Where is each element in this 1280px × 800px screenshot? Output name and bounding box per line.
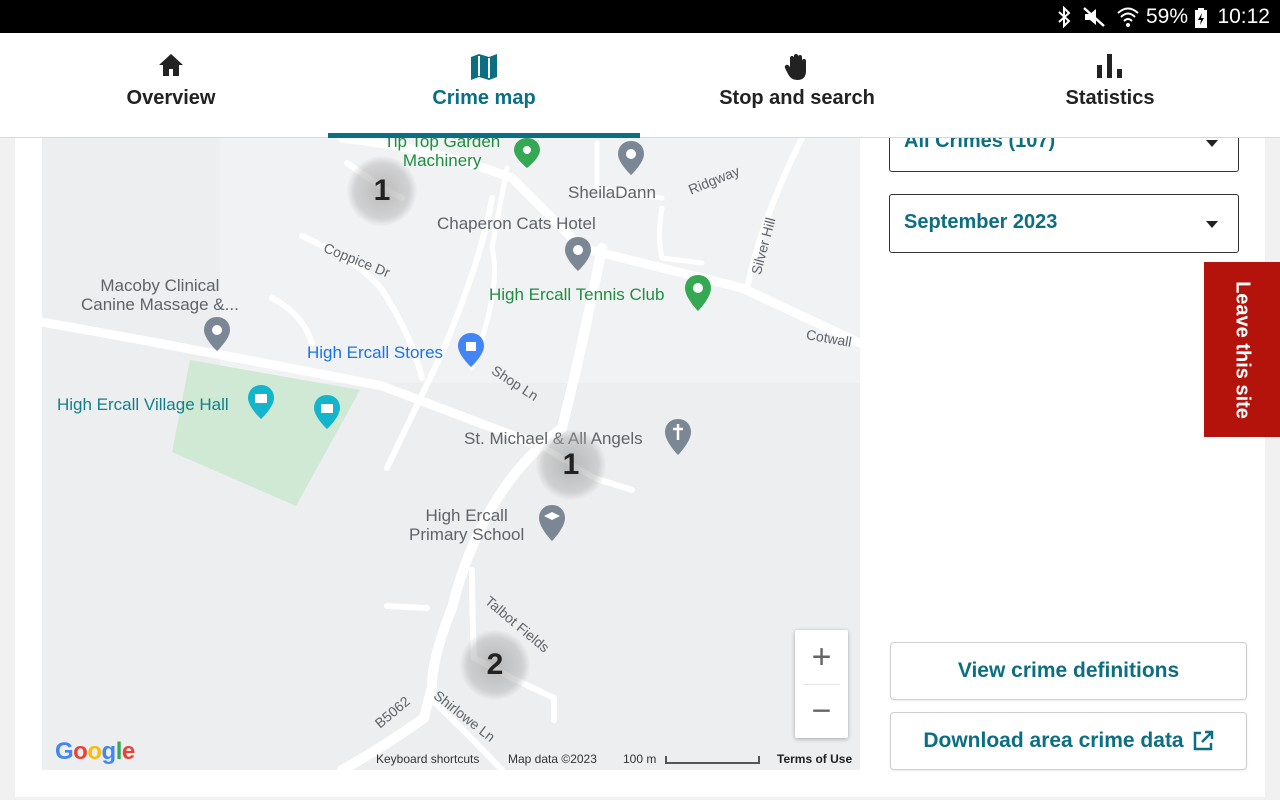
tab-statistics[interactable]: Statistics xyxy=(954,33,1266,138)
map-pin-icon xyxy=(204,317,230,351)
poi-high-ercall-stores[interactable]: High Ercall Stores xyxy=(307,343,443,362)
tab-stop-and-search[interactable]: Stop and search xyxy=(641,33,953,138)
clock: 10:12 xyxy=(1217,5,1270,28)
school-pin-icon xyxy=(539,505,565,541)
mute-icon xyxy=(1083,7,1105,27)
status-icons xyxy=(1056,6,1140,28)
top-nav: Overview Crime map Stop and search Stati… xyxy=(0,33,1280,138)
home-icon xyxy=(159,54,183,76)
battery-charging-icon xyxy=(1195,8,1207,28)
zoom-out-button[interactable]: − xyxy=(795,684,848,738)
download-area-crime-data-button[interactable]: Download area crime data xyxy=(890,712,1247,770)
tab-statistics-label: Statistics xyxy=(1065,87,1155,109)
map-pin-icon xyxy=(565,237,591,271)
tab-overview-label: Overview xyxy=(126,87,216,109)
map-pin-icon xyxy=(618,141,644,175)
external-link-icon xyxy=(1193,730,1213,751)
tab-crime-map-label: Crime map xyxy=(432,87,536,109)
map-data-attribution: Map data ©2023 xyxy=(508,752,597,766)
wifi-icon xyxy=(1117,7,1139,27)
poi-primary-school[interactable]: High Ercall Primary School xyxy=(409,506,524,544)
chevron-down-icon xyxy=(1206,221,1218,228)
tab-stop-and-search-label: Stop and search xyxy=(719,87,875,109)
garden-pin-icon xyxy=(514,138,540,168)
scale-label: 100 m xyxy=(623,752,657,766)
leave-site-button[interactable]: Leave this site xyxy=(1204,262,1280,437)
view-crime-definitions-button[interactable]: View crime definitions xyxy=(890,642,1247,700)
tab-crime-map[interactable]: Crime map xyxy=(328,33,640,138)
shopping-pin-icon xyxy=(458,333,484,367)
leave-site-label: Leave this site xyxy=(1231,280,1254,419)
keyboard-shortcuts-link[interactable]: Keyboard shortcuts xyxy=(376,752,479,766)
crime-cluster[interactable]: 1 xyxy=(347,156,417,226)
bar-chart-icon xyxy=(1097,54,1122,78)
terms-of-use-link[interactable]: Terms of Use xyxy=(777,752,852,766)
month-value: September 2023 xyxy=(904,211,1058,233)
tennis-pin-icon xyxy=(685,275,711,311)
poi-chaperon-cats-hotel[interactable]: Chaperon Cats Hotel xyxy=(437,214,596,233)
scale-bar xyxy=(665,756,760,764)
village-hall-pin-icon xyxy=(248,385,274,419)
crime-cluster[interactable]: 1 xyxy=(536,430,606,500)
zoom-controls: + − xyxy=(795,630,848,738)
crime-map[interactable]: Tip Top Garden Machinery SheilaDann Chap… xyxy=(42,138,860,770)
hand-icon xyxy=(784,54,806,80)
church-pin-icon xyxy=(665,419,691,455)
map-icon xyxy=(471,54,497,80)
poi-village-hall[interactable]: High Ercall Village Hall xyxy=(57,395,229,414)
building-pin-icon xyxy=(314,395,340,429)
google-logo: Google xyxy=(55,738,135,765)
bluetooth-icon xyxy=(1058,6,1071,28)
chevron-down-icon xyxy=(1206,140,1218,147)
download-area-crime-data-label: Download area crime data xyxy=(923,729,1184,752)
status-bar: 59% 10:12 xyxy=(0,0,1280,33)
view-crime-definitions-label: View crime definitions xyxy=(957,659,1180,682)
zoom-in-button[interactable]: + xyxy=(795,630,848,684)
month-select[interactable]: September 2023 xyxy=(889,194,1239,253)
poi-sheiladann[interactable]: SheilaDann xyxy=(568,183,656,202)
tab-overview[interactable]: Overview xyxy=(15,33,327,138)
poi-macoby-clinical[interactable]: Macoby Clinical Canine Massage &... xyxy=(81,276,239,314)
crime-cluster[interactable]: 2 xyxy=(460,630,530,700)
battery-percent: 59% xyxy=(1145,5,1188,28)
poi-tennis-club[interactable]: High Ercall Tennis Club xyxy=(489,285,664,304)
